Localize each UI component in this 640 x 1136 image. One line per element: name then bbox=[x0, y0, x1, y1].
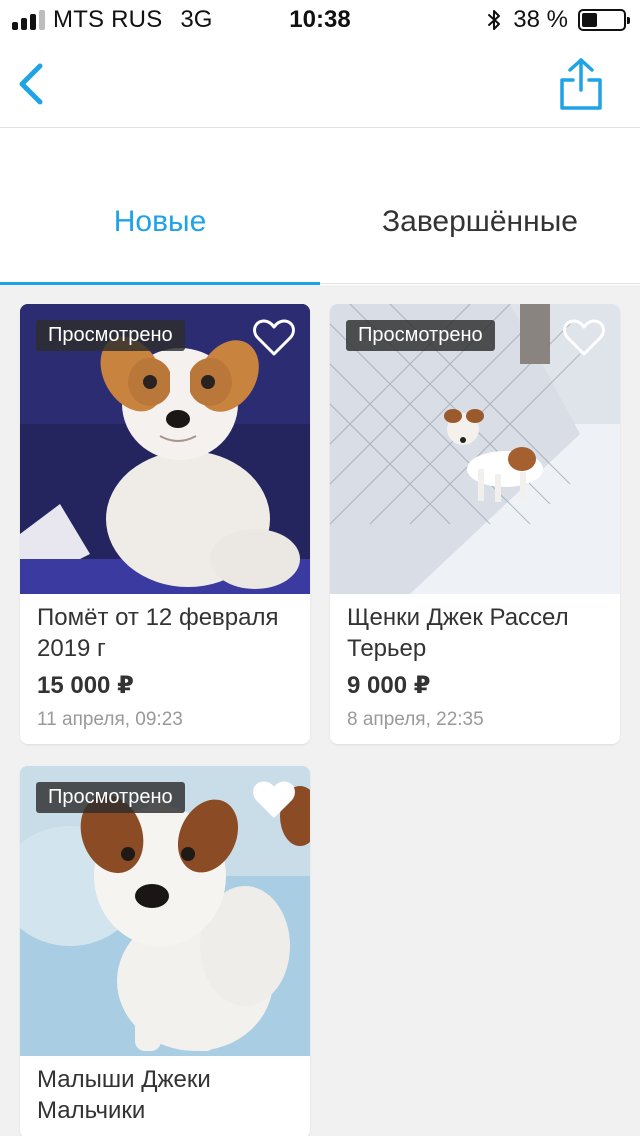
share-icon bbox=[560, 58, 602, 110]
tab-new[interactable]: Новые bbox=[0, 128, 320, 285]
listing-card[interactable]: Просмотрено Малыши Джеки Мальчики bbox=[20, 766, 310, 1136]
listing-photo: Просмотрено bbox=[20, 304, 310, 594]
listing-price: 9 000 ₽ bbox=[347, 672, 431, 699]
heart-outline-icon bbox=[563, 319, 605, 356]
bluetooth-icon bbox=[488, 10, 501, 30]
chevron-left-icon bbox=[19, 63, 43, 105]
battery-icon bbox=[578, 9, 630, 31]
listing-info: Помёт от 12 февраля 2019 г 15 000 ₽ 11 а… bbox=[20, 594, 310, 744]
listing-title: Щенки Джек Рассел Терьер bbox=[347, 604, 569, 662]
listing-date: 8 апреля, 22:35 bbox=[347, 709, 484, 730]
listing-card[interactable]: Просмотрено Помёт от 12 февраля 2019 г 1… bbox=[20, 304, 310, 744]
viewed-badge: Просмотрено bbox=[36, 782, 185, 813]
listing-price: 15 000 ₽ bbox=[37, 672, 134, 699]
listing-info: Щенки Джек Рассел Терьер 9 000 ₽ 8 апрел… bbox=[330, 594, 620, 744]
navigation-bar bbox=[0, 40, 640, 128]
heart-outline-icon bbox=[253, 319, 295, 356]
listing-date: 11 апреля, 09:23 bbox=[37, 709, 183, 730]
back-button[interactable] bbox=[12, 58, 56, 110]
share-button[interactable] bbox=[556, 56, 606, 112]
tab-bar: Новые Завершённые bbox=[0, 128, 640, 285]
battery-percent: 38 % bbox=[513, 6, 568, 33]
status-right: 38 % bbox=[485, 6, 630, 33]
listing-photo: Просмотрено bbox=[20, 766, 310, 1056]
favorite-button[interactable] bbox=[252, 318, 296, 358]
favorite-button[interactable] bbox=[252, 780, 296, 820]
listing-info: Малыши Джеки Мальчики bbox=[20, 1056, 310, 1136]
heart-filled-icon bbox=[253, 781, 295, 818]
listing-photo: Просмотрено bbox=[330, 304, 620, 594]
listing-title: Помёт от 12 февраля 2019 г bbox=[37, 604, 279, 662]
viewed-badge: Просмотрено bbox=[346, 320, 495, 351]
listings-grid: Просмотрено Помёт от 12 февраля 2019 г 1… bbox=[0, 285, 640, 1136]
status-bar: MTS RUS 3G 10:38 38 % bbox=[0, 0, 640, 40]
listing-title: Малыши Джеки Мальчики bbox=[37, 1066, 211, 1124]
tab-completed-label: Завершённые bbox=[382, 205, 578, 238]
viewed-badge: Просмотрено bbox=[36, 320, 185, 351]
listing-card[interactable]: Просмотрено Щенки Джек Рассел Терьер 9 0… bbox=[330, 304, 620, 744]
tab-new-label: Новые bbox=[113, 205, 207, 238]
battery-level bbox=[582, 13, 598, 27]
favorite-button[interactable] bbox=[562, 318, 606, 358]
tab-completed[interactable]: Завершённые bbox=[320, 128, 640, 284]
